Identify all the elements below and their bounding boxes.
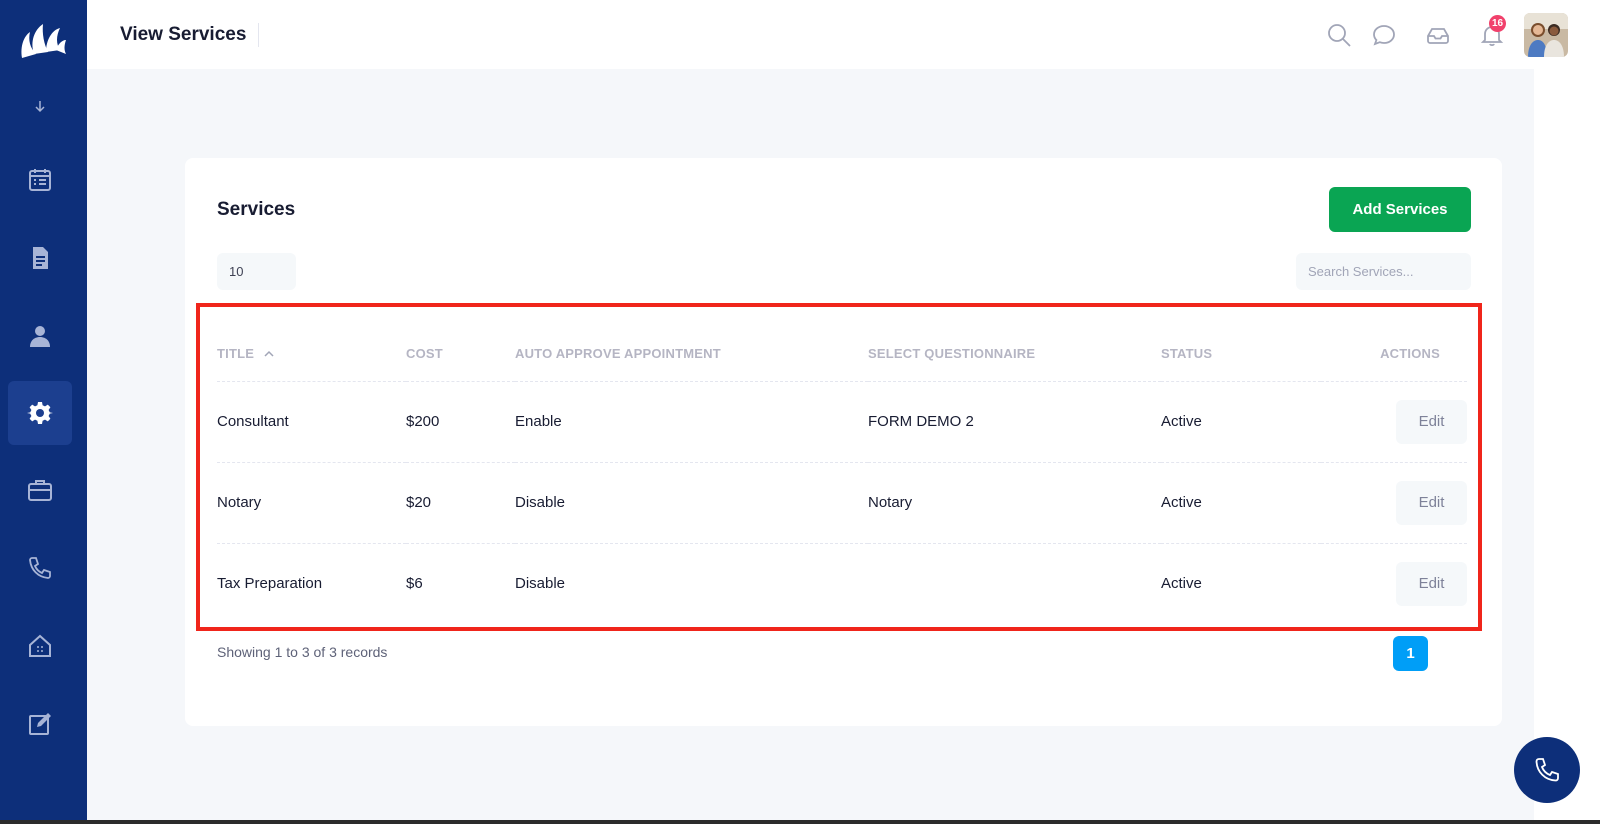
- column-header-auto-approve[interactable]: Auto Approve Appointment: [515, 327, 868, 382]
- brand-logo[interactable]: [16, 18, 70, 64]
- cell-title: Tax Preparation: [217, 575, 323, 593]
- cell-status: Active: [1161, 575, 1202, 593]
- sidebar-item-settings[interactable]: [8, 381, 72, 445]
- column-header-cost[interactable]: Cost: [406, 327, 515, 382]
- column-header-questionnaire[interactable]: Select Questionnaire: [868, 327, 1161, 382]
- column-header-title[interactable]: Title: [217, 327, 406, 382]
- cell-cost: $6: [406, 575, 423, 593]
- page-size-select[interactable]: 10: [217, 253, 296, 290]
- sort-ascending-icon: [264, 351, 274, 357]
- cell-auto-approve: Disable: [515, 462, 868, 544]
- cell-title: Consultant: [217, 381, 406, 463]
- add-services-button[interactable]: Add Services: [1329, 187, 1471, 232]
- search-input[interactable]: [1296, 253, 1471, 290]
- inbox-icon[interactable]: [1425, 22, 1451, 48]
- cell-actions: Edit: [1321, 462, 1467, 544]
- sidebar-item-documents[interactable]: [8, 226, 72, 290]
- edit-button[interactable]: Edit: [1396, 480, 1467, 525]
- sidebar-item-home[interactable]: [8, 614, 72, 678]
- settings-icon: [27, 402, 53, 424]
- house-icon: [29, 634, 51, 657]
- user-icon: [30, 326, 50, 347]
- collapse-icon[interactable]: [32, 100, 48, 114]
- avatar[interactable]: [1524, 13, 1568, 57]
- sidebar-item-edit[interactable]: [8, 692, 72, 756]
- search-icon[interactable]: [1326, 22, 1352, 48]
- services-table: Title Cost Auto Approve Appointment Sele…: [217, 327, 1467, 624]
- cell-cost: $20: [406, 462, 515, 544]
- table-header-row: Title Cost Auto Approve Appointment Sele…: [217, 327, 1467, 382]
- calendar-icon: [29, 169, 51, 191]
- table-row: Consultant $200 Enable FORM DEMO 2 Activ…: [217, 381, 1467, 463]
- cell-auto-approve: Enable: [515, 381, 868, 463]
- cell-title: Notary: [217, 462, 406, 544]
- sidebar-item-calendar[interactable]: [8, 148, 72, 212]
- edit-button[interactable]: Edit: [1396, 399, 1467, 444]
- services-card: Services Add Services 10 Title Cost Auto…: [185, 158, 1502, 726]
- edit-icon: [29, 713, 51, 735]
- cell-actions: Edit: [1321, 543, 1467, 624]
- phone-icon: [29, 557, 51, 579]
- edit-button[interactable]: Edit: [1396, 561, 1467, 606]
- cell-questionnaire: [868, 543, 1161, 624]
- cell-actions: Edit: [1321, 381, 1467, 463]
- briefcase-icon: [28, 480, 52, 501]
- cell-auto-approve: Disable: [515, 575, 566, 593]
- column-header-label: Actions: [1380, 346, 1440, 362]
- highlight-box: Title Cost Auto Approve Appointment Sele…: [196, 303, 1482, 631]
- sidebar-item-briefcase[interactable]: [8, 458, 72, 522]
- cell-questionnaire: Notary: [868, 462, 1161, 544]
- cell-questionnaire: FORM DEMO 2: [868, 381, 1161, 463]
- chat-icon[interactable]: [1371, 22, 1397, 48]
- records-info: Showing 1 to 3 of 3 records: [217, 644, 388, 660]
- document-icon: [33, 247, 48, 269]
- table-row: Notary $20 Disable Notary Active Edit: [217, 462, 1467, 544]
- sidebar-item-users[interactable]: [8, 304, 72, 368]
- sidebar: [0, 0, 87, 824]
- column-header-actions: Actions: [1321, 327, 1467, 382]
- cell-cost: $200: [406, 381, 515, 463]
- column-header-status[interactable]: Status: [1161, 327, 1321, 382]
- card-title: Services: [217, 199, 296, 220]
- call-button[interactable]: [1514, 737, 1580, 803]
- notification-badge: 16: [1489, 15, 1506, 32]
- page-title: View Services: [120, 23, 260, 47]
- window-edge: [0, 820, 1600, 824]
- cell-status: Active: [1161, 462, 1321, 544]
- sidebar-item-phone[interactable]: [8, 536, 72, 600]
- pagination-page-button[interactable]: 1: [1393, 636, 1428, 671]
- column-header-label: Title: [217, 346, 255, 362]
- cell-status: Active: [1161, 381, 1321, 463]
- table-row: Tax Preparation $6 Disable Active Edit: [217, 543, 1467, 624]
- phone-icon: [1535, 758, 1559, 782]
